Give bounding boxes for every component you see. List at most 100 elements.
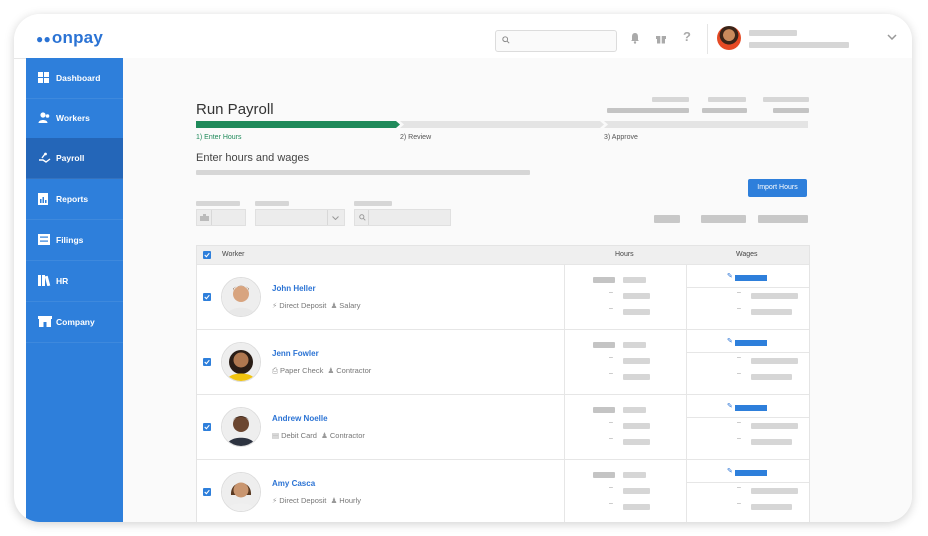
summary-placeholder [708, 97, 746, 102]
bell-icon[interactable] [629, 32, 641, 44]
column-divider [686, 460, 687, 522]
worker-type: Contractor [336, 366, 372, 375]
import-hours-button[interactable]: Import Hours [748, 179, 807, 197]
hours-input-placeholder[interactable] [623, 504, 650, 510]
wage-value-bar[interactable] [735, 275, 767, 281]
chevron-down-icon[interactable] [887, 34, 897, 40]
sidebar-item-reports[interactable]: Reports [26, 179, 123, 220]
edit-icon[interactable]: ✎ [727, 272, 733, 280]
user-company-placeholder [749, 42, 849, 48]
hours-value-placeholder[interactable] [593, 472, 615, 478]
onpay-logo[interactable]: ●●onpay [36, 28, 103, 48]
wage-input-placeholder[interactable] [751, 309, 792, 315]
edit-icon[interactable]: ✎ [727, 402, 733, 410]
sidebar-item-label: Reports [56, 194, 89, 204]
gift-icon[interactable] [655, 32, 667, 44]
company-icon [38, 316, 52, 327]
workers-icon [38, 112, 50, 123]
chevron-down-icon [332, 216, 339, 220]
sidebar-item-workers[interactable]: Workers [26, 98, 123, 139]
worker-photo [221, 342, 261, 382]
sidebar-item-company[interactable]: Company [26, 302, 123, 343]
wage-input-placeholder[interactable] [751, 423, 798, 429]
hours-input-placeholder[interactable] [623, 358, 650, 364]
hours-input-placeholder[interactable] [623, 472, 646, 478]
hours-input-placeholder[interactable] [623, 423, 650, 429]
payment-method: Debit Card [281, 431, 317, 440]
toolbar-action-placeholder[interactable] [758, 215, 808, 223]
search-input[interactable] [495, 30, 617, 52]
sidebar-item-filings[interactable]: Filings [26, 220, 123, 261]
step-approve[interactable]: 3) Approve [604, 134, 638, 141]
row-checkbox[interactable] [203, 423, 211, 431]
step-review[interactable]: 2) Review [400, 134, 431, 141]
row-checkbox[interactable] [203, 293, 211, 301]
sidebar-item-label: Dashboard [56, 73, 101, 83]
wage-input-placeholder[interactable] [751, 374, 792, 380]
worker-meta: ▤ Debit Card ♟ Contractor [272, 431, 365, 440]
top-bar: ●●onpay ? [14, 14, 912, 59]
wage-input-placeholder[interactable] [751, 293, 798, 299]
hours-input-placeholder[interactable] [623, 488, 650, 494]
worker-search-input[interactable] [354, 209, 451, 226]
row-checkbox[interactable] [203, 488, 211, 496]
sidebar-item-payroll[interactable]: Payroll [26, 138, 123, 179]
help-icon[interactable]: ? [683, 29, 691, 44]
wage-input-placeholder[interactable] [751, 358, 798, 364]
payment-method: Direct Deposit [279, 496, 327, 505]
person-icon: ♟ [321, 431, 328, 440]
worker-name[interactable]: John Heller [272, 284, 316, 293]
payroll-progress-bar [196, 121, 808, 128]
wage-value-bar[interactable] [735, 340, 767, 346]
check-icon [204, 489, 210, 495]
reports-icon [38, 193, 48, 205]
wage-value-bar[interactable] [735, 405, 767, 411]
filter-dropdown[interactable] [255, 209, 345, 226]
wage-input-placeholder[interactable] [751, 488, 798, 494]
filter-label-placeholder [255, 201, 289, 206]
hours-input-placeholder[interactable] [623, 374, 650, 380]
wage-input-placeholder[interactable] [751, 504, 792, 510]
building-icon [200, 214, 209, 221]
worker-name[interactable]: Andrew Noelle [272, 414, 328, 423]
table-row[interactable]: John Heller ⚡ Direct Deposit ♟ Salary – – … [197, 264, 809, 330]
row-checkbox[interactable] [203, 358, 211, 366]
step-enter-hours[interactable]: 1) Enter Hours [196, 134, 242, 141]
hours-input-placeholder[interactable] [623, 407, 646, 413]
filter-location-select[interactable] [196, 209, 246, 226]
summary-placeholder [773, 108, 809, 113]
select-all-checkbox[interactable] [203, 251, 211, 259]
hours-input-placeholder[interactable] [623, 277, 646, 283]
edit-icon[interactable]: ✎ [727, 467, 733, 475]
hours-value-placeholder[interactable] [593, 277, 615, 283]
hours-input-placeholder[interactable] [623, 439, 650, 445]
user-avatar[interactable] [717, 26, 741, 50]
toolbar-action-placeholder[interactable] [701, 215, 746, 223]
printer-icon: ⎙ [272, 366, 278, 375]
sidebar-item-dashboard[interactable]: Dashboard [26, 58, 123, 99]
worker-type: Contractor [329, 431, 365, 440]
wage-input-placeholder[interactable] [751, 439, 792, 445]
hours-value-placeholder[interactable] [593, 342, 615, 348]
edit-icon[interactable]: ✎ [727, 337, 733, 345]
check-icon [204, 294, 210, 300]
worker-photo [221, 277, 261, 317]
hours-value-placeholder[interactable] [593, 407, 615, 413]
hr-icon [38, 275, 51, 286]
toolbar-action-placeholder[interactable] [654, 215, 680, 223]
table-row[interactable]: Amy Casca ⚡ Direct Deposit ♟ Hourly – – ✎ … [197, 459, 809, 522]
lightning-icon: ⚡ [272, 301, 278, 310]
sidebar-item-hr[interactable]: HR [26, 261, 123, 302]
table-row[interactable]: Andrew Noelle ▤ Debit Card ♟ Contractor – … [197, 394, 809, 460]
main-content: Run Payroll 1) Enter Hours 2) Review 3) … [123, 58, 912, 522]
table-row[interactable]: Jenn Fowler ⎙ Paper Check ♟ Contractor – –… [197, 329, 809, 395]
hours-input-placeholder[interactable] [623, 309, 650, 315]
hours-input-placeholder[interactable] [623, 342, 646, 348]
wage-value-bar[interactable] [735, 470, 767, 476]
wage-divider [687, 417, 809, 418]
description-placeholder [196, 170, 530, 175]
worker-name[interactable]: Amy Casca [272, 479, 315, 488]
wage-divider [687, 352, 809, 353]
hours-input-placeholder[interactable] [623, 293, 650, 299]
worker-name[interactable]: Jenn Fowler [272, 349, 319, 358]
